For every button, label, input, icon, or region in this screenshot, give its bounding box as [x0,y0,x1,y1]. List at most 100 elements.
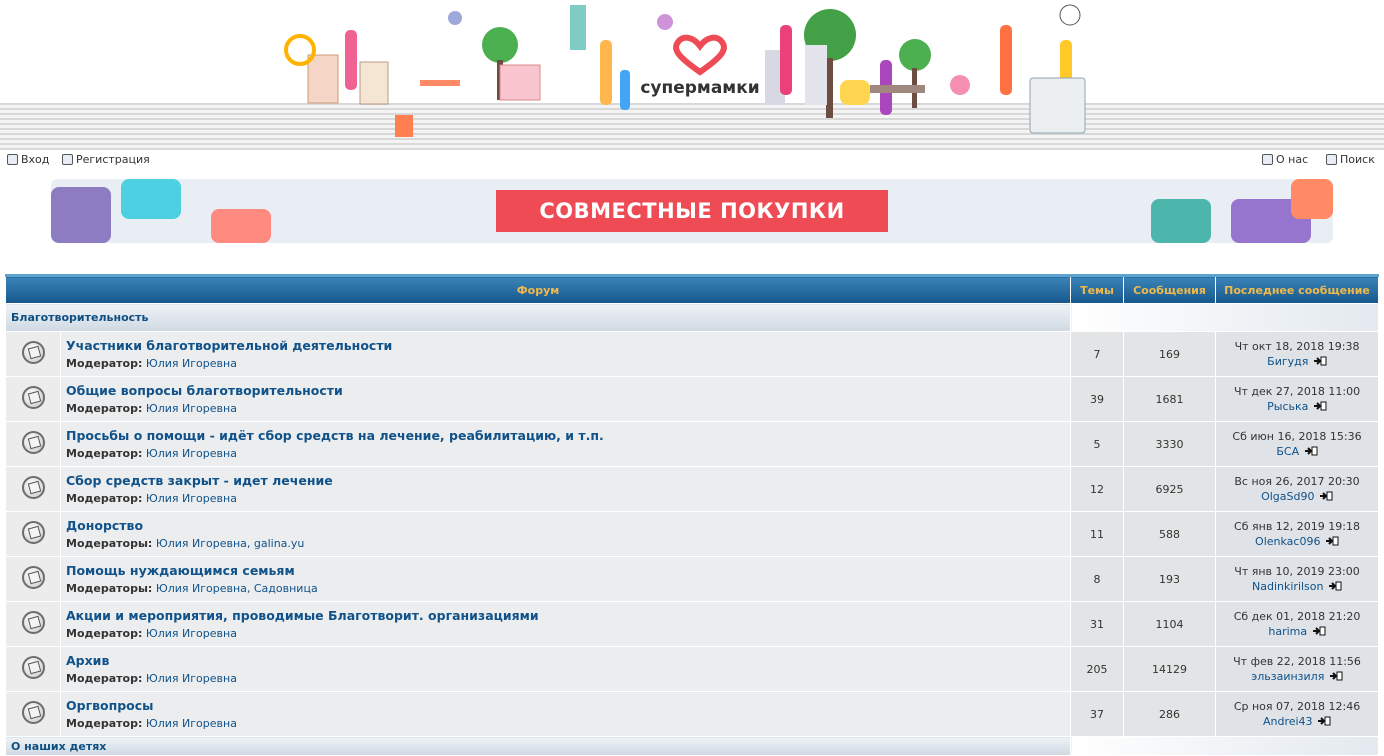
forum-row: Архив Модератор: Юлия Игоревна 205 14129… [5,646,1380,692]
forum-title-link[interactable]: Общие вопросы благотворительности [66,383,1070,398]
table-header-row: Форум Темы Сообщения Последнее сообщение [4,274,1380,304]
moderator-links[interactable]: Юлия Игоревна [146,717,237,730]
goto-last-post-icon[interactable] [1329,581,1342,591]
forum-moderators: Модератор: Юлия Игоревна [66,357,1070,370]
last-post-cell: Чт дек 27, 2018 11:00 Рыська [1215,376,1380,422]
header-topics: Темы [1070,274,1125,304]
heart-logo-icon [673,34,727,76]
forum-moderators: Модератор: Юлия Игоревна [66,492,1070,505]
last-post-author[interactable]: БСА [1276,445,1299,458]
forum-moderators: Модераторы: Юлия Игоревна, Садовница [66,582,1070,595]
forum-row: Оргвопросы Модератор: Юлия Игоревна 37 2… [5,691,1380,737]
last-post-date: Чт фев 22, 2018 11:56 [1233,655,1361,668]
header-forum: Форум [4,274,1072,304]
goto-last-post-icon[interactable] [1304,446,1318,456]
forum-moderators: Модератор: Юлия Игоревна [66,627,1070,640]
forum-row: Участники благотворительной деятельности… [5,331,1380,377]
last-post-cell: Ср ноя 07, 2018 12:46 Andrei43 [1215,691,1380,737]
forum-row: Сбор средств закрыт - идет лечение Модер… [5,466,1380,512]
joint-purchases-banner[interactable]: СОВМЕСТНЫЕ ПОКУПКИ [51,179,1333,243]
topics-count: 7 [1070,331,1125,377]
last-post-cell: Вс ноя 26, 2017 20:30 OlgaSd90 [1215,466,1380,512]
last-post-date: Сб дек 01, 2018 21:20 [1233,610,1361,623]
topics-count: 39 [1070,376,1125,422]
last-post-date: Чт янв 10, 2019 23:00 [1234,565,1360,578]
banner-decoration-left-3 [211,209,271,243]
forum-moderators: Модератор: Юлия Игоревна [66,402,1070,415]
forum-title-link[interactable]: Участники благотворительной деятельности [66,338,1070,353]
moderator-label: Модератор: [66,357,143,370]
category-link[interactable]: Благотворительность [4,303,1072,332]
forum-info-cell: Сбор средств закрыт - идет лечение Модер… [59,466,1072,512]
forum-moderators: Модератор: Юлия Игоревна [66,717,1070,730]
logo-text: супермамки [640,78,760,98]
goto-last-post-icon[interactable] [1313,401,1327,411]
site-logo[interactable]: супермамки [640,30,760,100]
last-post-author[interactable]: OlgaSd90 [1261,490,1314,503]
goto-last-post-icon[interactable] [1313,356,1327,366]
topics-count: 5 [1070,421,1125,467]
moderator-links[interactable]: Юлия Игоревна [146,357,237,370]
about-label: О нас [1276,153,1309,166]
forum-info-cell: Просьбы о помощи - идёт сбор средств на … [59,421,1072,467]
forum-title-link[interactable]: Просьбы о помощи - идёт сбор средств на … [66,428,1070,443]
forum-row: Общие вопросы благотворительности Модера… [5,376,1380,422]
register-link[interactable]: Регистрация [62,153,150,166]
goto-last-post-icon[interactable] [1325,536,1339,546]
topics-count: 8 [1070,556,1125,602]
goto-last-post-icon[interactable] [1312,626,1326,636]
moderator-links[interactable]: Юлия Игоревна [146,492,237,505]
last-post-cell: Чт янв 10, 2019 23:00 Nadinkirilson [1215,556,1380,602]
forum-title-link[interactable]: Архив [66,653,1070,668]
forum-title-link[interactable]: Сбор средств закрыт - идет лечение [66,473,1070,488]
moderator-links[interactable]: Юлия Игоревна [146,627,237,640]
register-label: Регистрация [76,153,150,166]
forum-read-icon [21,431,45,454]
posts-count: 286 [1123,691,1217,737]
forum-title-link[interactable]: Донорство [66,518,1070,533]
about-link[interactable]: О нас [1262,153,1308,166]
top-navigation: Вход Регистрация О нас Поиск [0,152,1384,170]
posts-count: 3330 [1123,421,1217,467]
forum-moderators: Модератор: Юлия Игоревна [66,672,1070,685]
last-post-author[interactable]: harima [1268,625,1307,638]
posts-count: 1104 [1123,601,1217,647]
goto-last-post-icon[interactable] [1329,671,1343,681]
last-post-cell: Чт фев 22, 2018 11:56 эльзаинзиля [1215,646,1380,692]
forum-read-icon [21,566,45,589]
posts-count: 193 [1123,556,1217,602]
login-icon [7,154,18,165]
moderator-links[interactable]: Юлия Игоревна [146,447,237,460]
last-post-author[interactable]: Nadinkirilson [1252,580,1323,593]
forum-info-cell: Помощь нуждающимся семьям Модераторы: Юл… [59,556,1072,602]
forum-title-link[interactable]: Акции и мероприятия, проводимые Благотво… [66,608,1070,623]
forum-info-cell: Акции и мероприятия, проводимые Благотво… [59,601,1072,647]
moderator-links[interactable]: Юлия Игоревна [146,672,237,685]
last-post-author[interactable]: Olenkac096 [1255,535,1320,548]
last-post-author[interactable]: Бигудя [1267,355,1308,368]
last-post-date: Ср ноя 07, 2018 12:46 [1233,700,1361,713]
banner-button[interactable]: СОВМЕСТНЫЕ ПОКУПКИ [496,190,888,232]
last-post-author[interactable]: Рыська [1267,400,1308,413]
moderator-label: Модератор: [66,717,143,730]
moderator-links[interactable]: Юлия Игоревна, galina.yu [156,537,305,550]
last-post-author[interactable]: Andrei43 [1263,715,1313,728]
category-link-next[interactable]: О наших детях [4,736,1072,756]
last-post-author[interactable]: эльзаинзиля [1251,670,1324,683]
search-icon [1326,154,1337,165]
moderator-links[interactable]: Юлия Игоревна [146,402,237,415]
banner-decoration-right [1151,199,1211,243]
moderator-links[interactable]: Юлия Игоревна, Садовница [156,582,318,595]
forum-info-cell: Общие вопросы благотворительности Модера… [59,376,1072,422]
login-link[interactable]: Вход [7,153,49,166]
search-link[interactable]: Поиск [1326,153,1375,166]
banner-decoration-right-3 [1291,179,1333,219]
category-fill-next [1070,736,1380,756]
goto-last-post-icon[interactable] [1318,716,1331,726]
forum-title-link[interactable]: Оргвопросы [66,698,1070,713]
moderator-label: Модератор: [66,402,143,415]
forum-read-icon [21,701,45,724]
forum-status-cell [5,691,61,737]
goto-last-post-icon[interactable] [1319,491,1333,501]
forum-title-link[interactable]: Помощь нуждающимся семьям [66,563,1070,578]
